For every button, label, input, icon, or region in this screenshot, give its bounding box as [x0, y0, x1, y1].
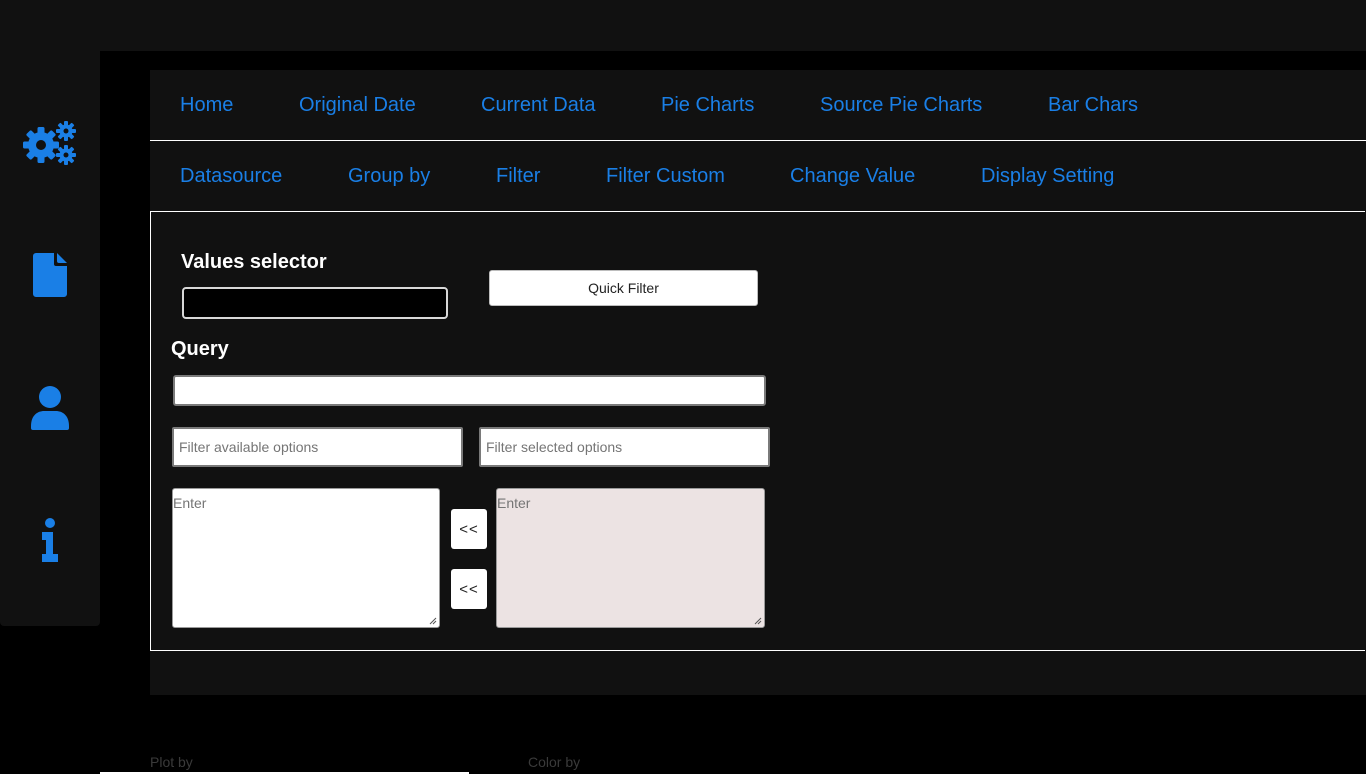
settings-gears-icon[interactable]: [0, 120, 100, 166]
values-selector-label: Values selector: [181, 251, 327, 273]
values-selector-input[interactable]: [182, 287, 448, 319]
secondary-nav: Datasource Group by Filter Filter Custom…: [150, 141, 1366, 211]
tab-group-by[interactable]: Group by: [348, 141, 430, 211]
document-icon[interactable]: [0, 253, 100, 297]
filter-available-input[interactable]: Filter available options: [172, 427, 463, 467]
filter-selected-input[interactable]: Filter selected options: [479, 427, 770, 467]
plot-by-label: Plot by: [150, 754, 193, 770]
selected-options-list[interactable]: Enter: [496, 488, 765, 628]
move-left-button-2[interactable]: <<: [451, 569, 487, 609]
tab-change-value[interactable]: Change Value: [790, 141, 915, 211]
quick-filter-button[interactable]: Quick Filter: [489, 270, 758, 306]
tab-filter[interactable]: Filter: [496, 141, 540, 211]
resize-grip-icon[interactable]: [754, 617, 762, 625]
top-bar: [0, 0, 1366, 51]
query-label: Query: [171, 338, 229, 360]
user-icon[interactable]: [0, 386, 100, 430]
nav-home[interactable]: Home: [180, 70, 233, 140]
nav-current-data[interactable]: Current Data: [481, 70, 596, 140]
nav-original-date[interactable]: Original Date: [299, 70, 416, 140]
available-options-placeholder: Enter: [173, 495, 207, 511]
selected-options-placeholder: Enter: [497, 495, 531, 511]
tab-filter-custom[interactable]: Filter Custom: [606, 141, 725, 211]
color-by-label: Color by: [528, 754, 581, 770]
primary-nav: Home Original Date Current Data Pie Char…: [150, 70, 1366, 140]
tab-datasource[interactable]: Datasource: [180, 141, 282, 211]
resize-grip-icon[interactable]: [429, 617, 437, 625]
available-options-list[interactable]: Enter: [172, 488, 440, 628]
main-panel: Home Original Date Current Data Pie Char…: [150, 70, 1366, 695]
nav-source-pie-charts[interactable]: Source Pie Charts: [820, 70, 982, 140]
tab-display-setting[interactable]: Display Setting: [981, 141, 1114, 211]
filter-content: Values selector Quick Filter Query Filte…: [150, 211, 1365, 651]
sidebar: [0, 0, 100, 626]
nav-pie-charts[interactable]: Pie Charts: [661, 70, 754, 140]
query-input[interactable]: [173, 375, 766, 406]
nav-bar-chars[interactable]: Bar Chars: [1048, 70, 1138, 140]
move-left-button-1[interactable]: <<: [451, 509, 487, 549]
info-icon[interactable]: [0, 518, 100, 562]
